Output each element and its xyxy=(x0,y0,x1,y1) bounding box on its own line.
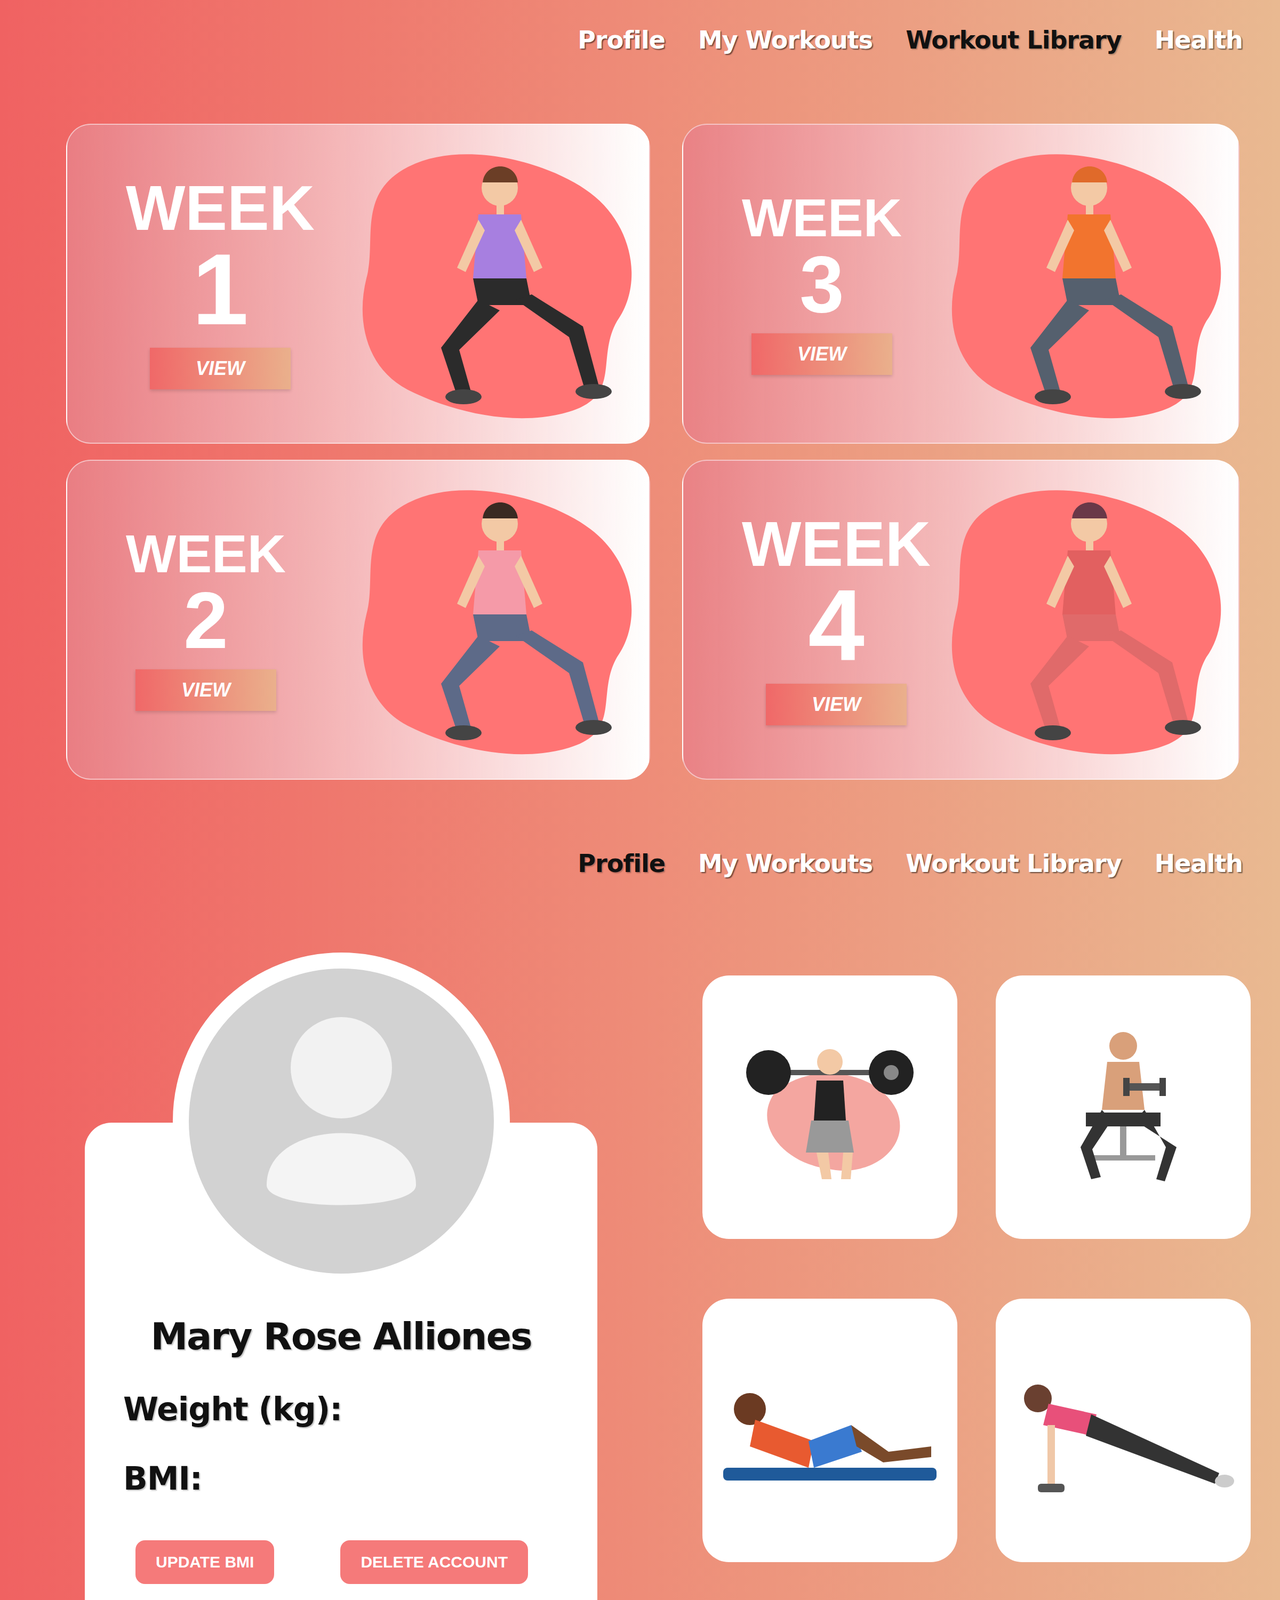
library-nav: Profile My Workouts Workout Library Health xyxy=(0,0,1280,55)
field-label: BMI: xyxy=(123,1459,571,1498)
view-button[interactable]: VIEW xyxy=(765,683,907,726)
profile-nav: Profile My Workouts Workout Library Health xyxy=(0,779,1280,878)
profile-column: Mary Rose Alliones Weight (kg): BMI: UPDATE… xyxy=(84,952,598,1600)
nav-item[interactable]: Health xyxy=(1154,25,1243,55)
user-avatar-icon xyxy=(229,1009,454,1234)
week-text: WEEK3 VIEW xyxy=(741,192,902,375)
week-title: WEEK xyxy=(741,514,931,574)
exercise-tile[interactable] xyxy=(995,1298,1251,1563)
week-grid: WEEK1VIEWWEEK3VIEWWEEK2VIEWWEEK4VIEW xyxy=(0,54,1280,780)
workout-figure-icon xyxy=(934,481,1234,759)
crunch-icon xyxy=(712,1361,948,1500)
avatar[interactable] xyxy=(172,952,510,1290)
profile-row: Mary Rose Alliones Weight (kg): BMI: UPDATE… xyxy=(0,877,1280,1600)
dumbbell-curl-icon xyxy=(1043,1019,1204,1196)
week-text: WEEK2 VIEW xyxy=(125,528,286,711)
view-button[interactable]: VIEW xyxy=(149,347,291,390)
workout-figure-icon xyxy=(345,481,644,759)
workout-figure-icon xyxy=(934,145,1234,423)
workout-figure-icon xyxy=(345,145,644,423)
nav-item[interactable]: Workout Library xyxy=(905,849,1122,878)
nav-item[interactable]: My Workouts xyxy=(698,849,873,878)
button-row: UPDATE BMI DELETE ACCOUNT xyxy=(111,1540,571,1584)
view-button[interactable]: VIEW xyxy=(135,669,277,711)
nav-item[interactable]: Profile xyxy=(577,25,666,55)
plank-row-icon xyxy=(1005,1350,1241,1511)
week-text: WEEK1 VIEW xyxy=(125,178,315,390)
week-card[interactable]: WEEK4 VIEW xyxy=(682,459,1240,780)
profile-name: Mary Rose Alliones xyxy=(111,1314,571,1359)
week-number: 3 xyxy=(799,246,844,323)
week-card[interactable]: WEEK3 VIEW xyxy=(682,123,1240,444)
nav-item[interactable]: Health xyxy=(1154,849,1243,878)
nav-item[interactable]: Workout Library xyxy=(905,25,1122,55)
page: Profile My Workouts Workout Library Health W… xyxy=(0,0,1280,1600)
view-button[interactable]: VIEW xyxy=(751,333,893,375)
week-text: WEEK4 VIEW xyxy=(741,514,931,726)
week-number: 2 xyxy=(183,582,228,659)
exercise-tile[interactable] xyxy=(995,975,1251,1239)
exercise-tile[interactable] xyxy=(702,975,958,1239)
squat-icon xyxy=(741,1019,918,1196)
week-number: 1 xyxy=(192,241,249,338)
week-card[interactable]: WEEK2 VIEW xyxy=(66,459,651,780)
field-label: Weight (kg): xyxy=(123,1390,571,1428)
exercise-tile[interactable] xyxy=(702,1298,958,1563)
week-title: WEEK xyxy=(125,528,286,580)
week-title: WEEK xyxy=(741,192,902,244)
week-title: WEEK xyxy=(125,178,315,238)
nav-item[interactable]: Profile xyxy=(577,849,666,878)
nav-item[interactable]: My Workouts xyxy=(698,25,873,55)
week-number: 4 xyxy=(808,577,865,674)
profile-button[interactable]: UPDATE BMI xyxy=(135,1540,275,1584)
week-card[interactable]: WEEK1 VIEW xyxy=(66,123,651,444)
exercise-tiles xyxy=(702,952,1251,1600)
profile-button[interactable]: DELETE ACCOUNT xyxy=(340,1540,528,1584)
